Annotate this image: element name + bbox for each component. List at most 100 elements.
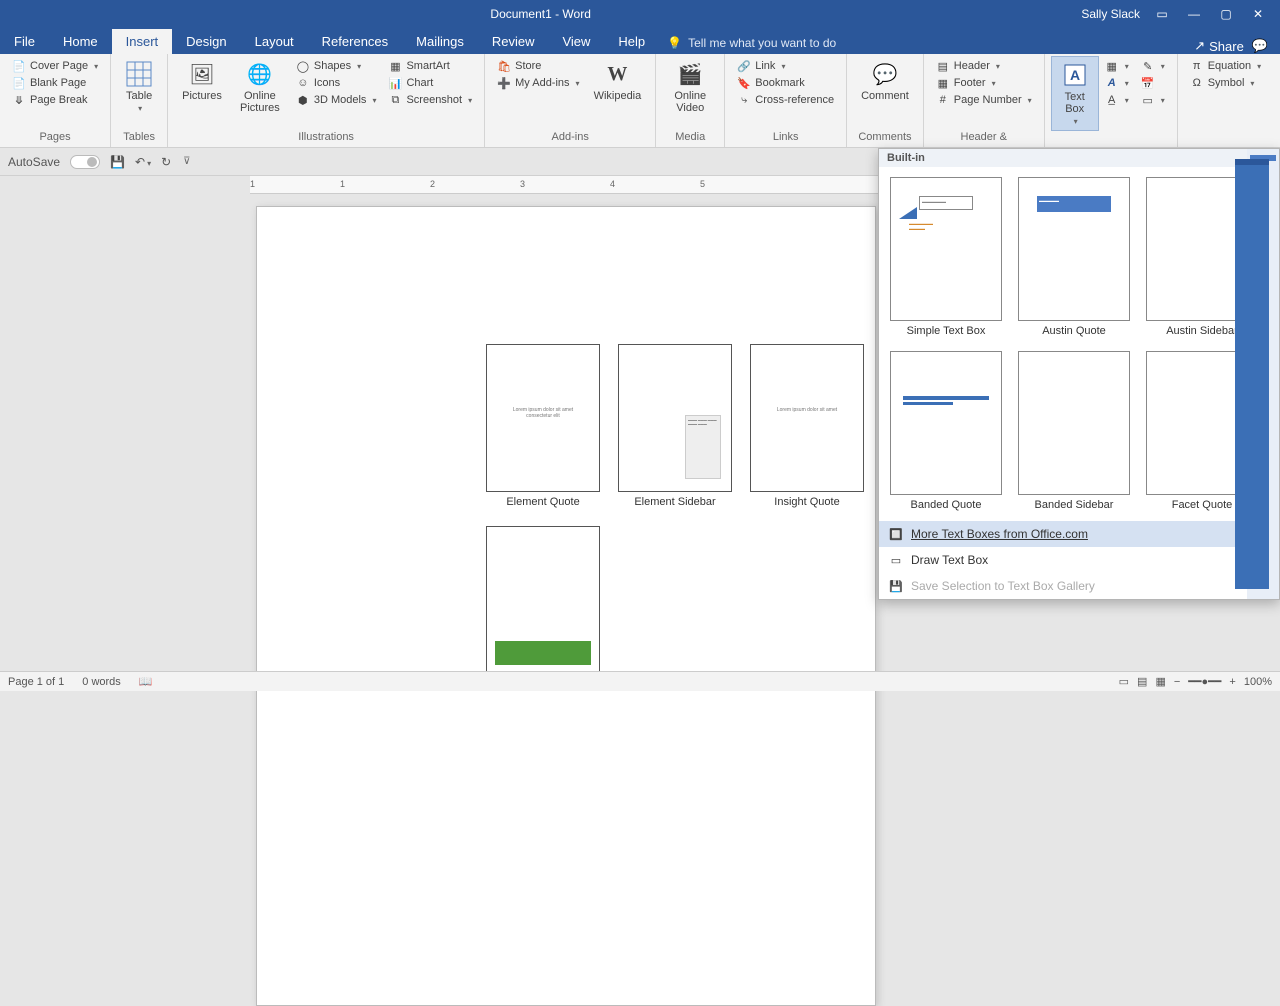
shapes-button[interactable]: ◯Shapes▾ [294,58,379,74]
header-button[interactable]: ▤Header▾ [934,58,1034,74]
close-button[interactable]: ✕ [1248,7,1268,21]
autosave-toggle[interactable] [70,155,100,169]
spell-check-icon[interactable]: 📖 [139,675,153,688]
zoom-level[interactable]: 100% [1244,676,1272,688]
zoom-slider[interactable]: ━━●━━ [1188,675,1221,688]
comment-button[interactable]: 💬Comment [853,56,917,106]
gallery-item-simple-text-box[interactable]: ▬▬▬▬▬▬ Simple Text Box [889,177,1003,337]
gallery-item-element-quote[interactable]: Lorem ipsum dolor sit amet consectetur e… [486,344,600,508]
zoom-in-button[interactable]: + [1229,676,1235,688]
cover-page-button[interactable]: 📄Cover Page▾ [10,58,100,74]
store-button[interactable]: 🛍Store [495,58,581,74]
date-time-button[interactable]: 📅 [1139,75,1167,91]
print-layout-button[interactable]: ▤ [1137,675,1147,688]
gallery-item-insight-quote[interactable]: Lorem ipsum dolor sit amet Insight Quote [750,344,864,508]
user-name[interactable]: Sally Slack [1081,7,1140,21]
my-addins-icon: ➕ [497,76,511,90]
maximize-button[interactable]: ▢ [1216,7,1236,21]
window-title: Document1 - Word [0,7,1081,21]
text-box-button[interactable]: AText Box▾ [1051,56,1099,131]
tab-design[interactable]: Design [172,29,240,54]
smartart-label: SmartArt [406,60,449,72]
cross-reference-button[interactable]: ⤷Cross-reference [735,92,836,108]
drop-cap-button[interactable]: A̲▾ [1103,92,1131,108]
zoom-out-button[interactable]: − [1174,676,1180,688]
smartart-button[interactable]: ▦SmartArt [386,58,474,74]
tab-file[interactable]: File [0,29,49,54]
quick-parts-button[interactable]: ▦▾ [1103,58,1131,74]
signature-line-button[interactable]: ✎▾ [1139,58,1167,74]
equation-button[interactable]: πEquation▾ [1188,58,1263,74]
group-text: AText Box▾ ▦▾ A▾ A̲▾ ✎▾ 📅 ▭▾ [1045,54,1178,147]
gallery-item-element-sidebar[interactable]: ▬▬▬ ▬▬▬ ▬▬▬ ▬▬▬ ▬▬▬ Element Sidebar [618,344,732,508]
tab-view[interactable]: View [548,29,604,54]
tab-home[interactable]: Home [49,29,112,54]
chart-button[interactable]: 📊Chart [386,75,474,91]
cover-page-icon: 📄 [12,59,26,73]
tab-layout[interactable]: Layout [241,29,308,54]
share-label: Share [1209,39,1244,54]
link-button[interactable]: 🔗Link▾ [735,58,836,74]
save-selection-button: 💾 Save Selection to Text Box Gallery [879,573,1279,599]
page-number-button[interactable]: #Page Number▾ [934,92,1034,108]
3d-models-button[interactable]: ⬢3D Models▾ [294,92,379,108]
share-button[interactable]: ↗ Share [1194,38,1244,54]
web-layout-button[interactable]: ▦ [1155,675,1165,688]
save-selection-label: Save Selection to Text Box Gallery [911,579,1095,593]
qat-customize-button[interactable]: ⊽ [183,156,190,167]
gallery-label: Element Sidebar [634,496,715,508]
undo-button[interactable]: ↶▾ [135,155,151,169]
online-video-button[interactable]: 🎬Online Video [662,56,718,118]
word-count[interactable]: 0 words [82,676,121,688]
comments-pane-icon[interactable]: 💬 [1252,38,1268,54]
draw-text-box-button[interactable]: ▭ Draw Text Box [879,547,1279,573]
pictures-button[interactable]: 🖼Pictures [174,56,230,106]
icons-button[interactable]: ☺Icons [294,75,379,91]
read-mode-button[interactable]: ▭ [1119,675,1129,688]
footer-icon: ▦ [936,76,950,90]
my-addins-button[interactable]: ➕My Add-ins▾ [495,75,581,91]
header-icon: ▤ [936,59,950,73]
gallery-item-austin-quote[interactable]: ▬▬▬▬▬ Austin Quote [1017,177,1131,337]
status-bar: Page 1 of 1 0 words 📖 ▭ ▤ ▦ − ━━●━━ + 10… [0,671,1280,691]
tab-review[interactable]: Review [478,29,549,54]
bookmark-button[interactable]: 🔖 Bookmark [735,75,836,91]
bookmark-icon: 🔖 [737,76,751,90]
gallery-label: Insight Quote [774,496,839,508]
gallery-item-insight-sidebar[interactable]: Insight Sidebar [486,526,600,690]
page-break-button[interactable]: ⤋Page Break [10,92,100,108]
office-icon: 🔲 [889,527,903,541]
online-pictures-button[interactable]: 🌐Online Pictures [230,56,290,118]
blank-page-button[interactable]: 📄Blank Page [10,75,100,91]
gallery-item-banded-quote[interactable]: Banded Quote [889,351,1003,511]
more-text-boxes-label: More Text Boxes from Office.com [911,527,1088,541]
redo-button[interactable]: ↻ [161,155,171,169]
bookmark-label: Bookmark [755,77,805,89]
tell-me-search[interactable]: 💡 Tell me what you want to do [659,32,844,54]
save-button[interactable]: 💾 [110,155,125,169]
dropdown-header: Built-in [879,149,1279,167]
group-addins: 🛍Store ➕My Add-ins▾ WWikipedia Add-ins [485,54,656,147]
table-button[interactable]: Table▾ [117,56,161,117]
object-button[interactable]: ▭▾ [1139,92,1167,108]
page-number-icon: # [936,93,950,107]
title-bar: Document1 - Word Sally Slack ▭ — ▢ ✕ [0,0,1280,28]
gallery-item-banded-sidebar[interactable]: Banded Sidebar [1017,351,1131,511]
signature-icon: ✎ [1141,59,1155,73]
share-icon: ↗ [1194,38,1205,54]
symbol-button[interactable]: ΩSymbol▾ [1188,75,1263,91]
tab-help[interactable]: Help [604,29,659,54]
tab-references[interactable]: References [308,29,402,54]
tab-mailings[interactable]: Mailings [402,29,478,54]
page-count[interactable]: Page 1 of 1 [8,676,64,688]
wikipedia-button[interactable]: WWikipedia [586,56,650,106]
screenshot-button[interactable]: ⧉Screenshot▾ [386,92,474,108]
3d-models-label: 3D Models [314,94,367,106]
quick-parts-icon: ▦ [1105,59,1119,73]
tab-insert[interactable]: Insert [112,29,173,54]
ribbon-display-icon[interactable]: ▭ [1152,7,1172,21]
wordart-button[interactable]: A▾ [1103,75,1131,91]
more-text-boxes-button[interactable]: 🔲 More Text Boxes from Office.com ▸ [879,521,1279,547]
footer-button[interactable]: ▦Footer▾ [934,75,1034,91]
minimize-button[interactable]: — [1184,7,1204,21]
